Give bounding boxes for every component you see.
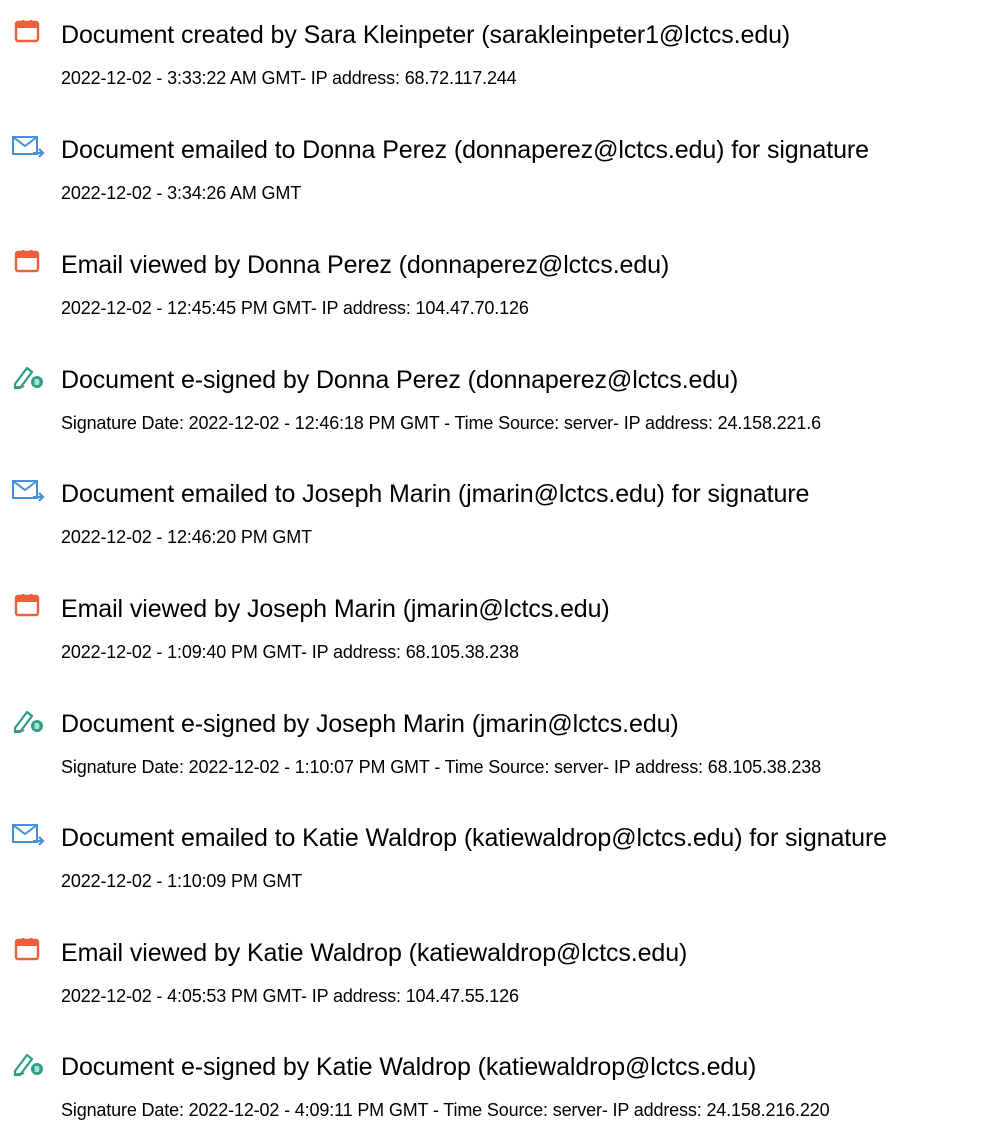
audit-entry: Document created by Sara Kleinpeter (sar… [0, 8, 992, 118]
entry-meta: 2022-12-02 - 1:09:40 PM GMT- IP address:… [61, 642, 519, 662]
document-icon [11, 17, 45, 45]
entry-title: Document emailed to Katie Waldrop (katie… [61, 824, 887, 852]
esign-pen-icon [11, 706, 45, 734]
esign-pen-icon [11, 362, 45, 390]
entry-meta: Signature Date: 2022-12-02 - 1:10:07 PM … [61, 757, 821, 777]
entry-meta: Signature Date: 2022-12-02 - 12:46:18 PM… [61, 413, 821, 433]
entry-meta: 2022-12-02 - 12:45:45 PM GMT- IP address… [61, 298, 529, 318]
entry-title: Document emailed to Joseph Marin (jmarin… [61, 480, 810, 508]
entry-title: Document e-signed by Donna Perez (donnap… [61, 366, 739, 394]
entry-meta: 2022-12-02 - 1:10:09 PM GMT [61, 871, 303, 891]
entry-meta: Signature Date: 2022-12-02 - 4:09:11 PM … [61, 1100, 830, 1120]
audit-log: Document created by Sara Kleinpeter (sar… [0, 0, 992, 1120]
audit-entry: Document e-signed by Katie Waldrop (kati… [0, 1040, 992, 1120]
entry-title: Document emailed to Donna Perez (donnape… [61, 136, 869, 164]
audit-entry: Document emailed to Katie Waldrop (katie… [0, 811, 992, 921]
entry-meta: 2022-12-02 - 4:05:53 PM GMT- IP address:… [61, 986, 519, 1006]
email-icon [11, 820, 45, 848]
entry-title: Email viewed by Katie Waldrop (katiewald… [61, 939, 688, 967]
audit-entry: Email viewed by Joseph Marin (jmarin@lct… [0, 582, 992, 692]
entry-title: Email viewed by Donna Perez (donnaperez@… [61, 251, 670, 279]
document-icon [11, 247, 45, 275]
audit-entry: Email viewed by Donna Perez (donnaperez@… [0, 238, 992, 348]
audit-entry: Email viewed by Katie Waldrop (katiewald… [0, 926, 992, 1036]
document-icon [11, 935, 45, 963]
email-icon [11, 476, 45, 504]
entry-meta: 2022-12-02 - 3:33:22 AM GMT- IP address:… [61, 68, 517, 88]
entry-meta: 2022-12-02 - 12:46:20 PM GMT [61, 527, 312, 547]
entry-title: Email viewed by Joseph Marin (jmarin@lct… [61, 595, 610, 623]
audit-entry: Document emailed to Donna Perez (donnape… [0, 123, 992, 233]
document-icon [11, 591, 45, 619]
email-icon [11, 132, 45, 160]
audit-entry: Document e-signed by Joseph Marin (jmari… [0, 697, 992, 807]
entry-title: Document e-signed by Katie Waldrop (kati… [61, 1053, 757, 1081]
audit-entry: Document e-signed by Donna Perez (donnap… [0, 353, 992, 463]
audit-entry: Document emailed to Joseph Marin (jmarin… [0, 467, 992, 577]
esign-pen-icon [11, 1049, 45, 1077]
entry-meta: 2022-12-02 - 3:34:26 AM GMT [61, 183, 302, 203]
entry-title: Document e-signed by Joseph Marin (jmari… [61, 710, 679, 738]
entry-title: Document created by Sara Kleinpeter (sar… [61, 21, 791, 49]
